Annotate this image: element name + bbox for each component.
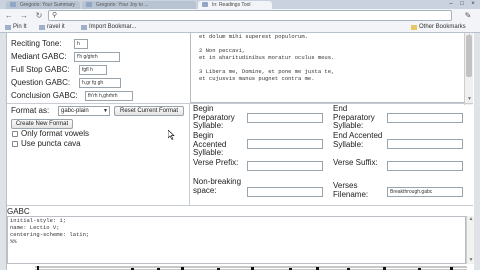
gabc-line: name: Lectio V; bbox=[10, 224, 60, 231]
address-bar[interactable]: ⚲ bbox=[48, 10, 452, 21]
text-line: et cujusvis manus pugnet contra me. bbox=[199, 75, 315, 82]
chant-staff-preview bbox=[35, 266, 467, 270]
only-format-vowels-label: Only format vowels bbox=[21, 129, 90, 138]
verses-filename-input[interactable]: Breakthrough.gabc bbox=[387, 187, 463, 197]
conclusion-gabc-input[interactable]: fh'rh h,ghrhrh bbox=[85, 91, 133, 101]
text-line: et dolum mihi superest populorum. bbox=[199, 33, 308, 40]
use-puncta-cava-label: Use puncta cava bbox=[21, 139, 81, 148]
format-as-label: Format as: bbox=[11, 106, 50, 115]
back-icon[interactable]: ← bbox=[4, 11, 14, 20]
tab-strip: Gregorio: Your Summary Gregorio: Your Jo… bbox=[0, 0, 480, 9]
bookmark-label: Import Bookmar... bbox=[89, 24, 137, 30]
gabc-scrollbar[interactable]: ▲ ▼ bbox=[466, 216, 474, 264]
tab-label: Gregorio: Your Summary bbox=[20, 2, 76, 8]
tab-label: Gregorio: Your Joy to ... bbox=[96, 2, 149, 8]
text-line: 3 Libera me, Domine, et pone me juxta te… bbox=[199, 68, 335, 75]
column-divider bbox=[189, 103, 190, 205]
divider bbox=[7, 103, 473, 104]
end-preparatory-input[interactable] bbox=[387, 113, 463, 123]
verses-filename-label: Verses Filename: bbox=[333, 181, 369, 199]
bookmark-label: Pin It bbox=[13, 24, 27, 30]
folder-icon bbox=[411, 25, 417, 30]
browser-toolbar: ← → ↻ ⚲ ✎ bbox=[0, 9, 480, 22]
gabc-heading: GABC bbox=[7, 207, 30, 216]
mediant-gabc-label: Mediant GABC: bbox=[11, 52, 67, 61]
favicon-icon bbox=[86, 2, 92, 7]
other-bookmarks-label: Other Bookmarks bbox=[419, 24, 466, 30]
begin-preparatory-input[interactable] bbox=[247, 113, 323, 123]
verses-text-area[interactable]: et dolum mihi superest populorum. 2 Non … bbox=[190, 33, 466, 103]
end-accented-input[interactable] bbox=[387, 139, 463, 149]
non-breaking-space-input[interactable] bbox=[247, 187, 323, 197]
gabc-output-textarea[interactable]: initial-style: 1; name: Lectio V; center… bbox=[7, 216, 466, 264]
full-stop-gabc-input[interactable]: fgfl h bbox=[79, 65, 107, 75]
wrench-icon[interactable]: ✎ bbox=[462, 10, 474, 21]
mouse-cursor-icon bbox=[168, 130, 175, 140]
scroll-down-icon[interactable]: ▼ bbox=[467, 257, 475, 263]
new-format-button[interactable]: Create New Format bbox=[11, 119, 73, 129]
divider bbox=[7, 205, 473, 206]
text-line: 2 Non peccavi, bbox=[199, 47, 246, 54]
verse-prefix-label: Verse Prefix: bbox=[193, 158, 239, 167]
bookmark-import[interactable]: Import Bookmar... bbox=[80, 23, 136, 32]
format-select[interactable]: gabc-plain ▼ bbox=[58, 106, 110, 116]
mediant-gabc-input[interactable]: f'h g/ghrh bbox=[74, 52, 120, 62]
reciting-tone-label: Reciting Tone: bbox=[11, 39, 62, 48]
verse-suffix-label: Verse Suffix: bbox=[333, 158, 378, 167]
end-preparatory-label: End Preparatory Syllable: bbox=[333, 104, 375, 130]
reciting-tone-input[interactable]: h bbox=[74, 39, 88, 49]
search-icon: ⚲ bbox=[52, 12, 58, 19]
bookmark-ravel-it[interactable]: ravel it bbox=[38, 23, 65, 32]
reset-format-button[interactable]: Reset Current Format bbox=[114, 106, 184, 116]
bookmark-icon bbox=[81, 25, 87, 30]
format-select-value: gabc-plain bbox=[61, 108, 89, 114]
favicon-icon bbox=[202, 2, 208, 7]
conclusion-gabc-label: Conclusion GABC: bbox=[11, 91, 78, 100]
bookmark-label: ravel it bbox=[47, 24, 65, 30]
bookmark-icon bbox=[5, 25, 11, 30]
begin-preparatory-label: Begin Preparatory Syllable: bbox=[193, 104, 235, 130]
use-puncta-cava-checkbox[interactable] bbox=[12, 141, 18, 147]
text-line bbox=[199, 40, 465, 47]
gabc-line: initial-style: 1; bbox=[10, 217, 67, 224]
begin-accented-label: Begin Accented Syllable: bbox=[193, 131, 227, 157]
browser-tab-2[interactable]: Gregorio: Your Joy to ... bbox=[82, 1, 196, 9]
end-accented-label: End Accented Syllable: bbox=[333, 131, 383, 149]
reload-icon[interactable]: ↻ bbox=[34, 11, 44, 20]
non-breaking-space-label: Non-breaking space: bbox=[193, 177, 242, 195]
tab-label: In: Readings Tool bbox=[212, 2, 251, 8]
bookmark-icon bbox=[39, 25, 45, 30]
text-line: et in aharitudinibus moratur oculus meus… bbox=[199, 54, 335, 61]
verse-prefix-input[interactable] bbox=[247, 161, 323, 171]
question-gabc-input[interactable]: h,gr fg gh bbox=[79, 78, 121, 88]
forward-icon[interactable]: → bbox=[19, 11, 29, 20]
bookmarks-bar: Pin It ravel it Import Bookmar... Other … bbox=[0, 22, 480, 33]
maximize-button[interactable]: □ bbox=[457, 1, 467, 8]
other-bookmarks[interactable]: Other Bookmarks bbox=[410, 23, 466, 32]
gabc-line: %% bbox=[10, 238, 17, 245]
scroll-down-icon[interactable]: ▼ bbox=[466, 96, 473, 102]
close-button[interactable]: × bbox=[468, 1, 478, 8]
scroll-up-icon[interactable]: ▲ bbox=[467, 216, 475, 222]
text-scrollbar[interactable]: ▲ ▼ bbox=[464, 33, 473, 105]
favicon-icon bbox=[10, 2, 16, 7]
scroll-thumb[interactable] bbox=[466, 35, 472, 77]
only-format-vowels-checkbox[interactable] bbox=[12, 131, 18, 137]
gabc-line: centering-scheme: latin; bbox=[10, 231, 90, 238]
page-content: Reciting Tone: h Mediant GABC: f'h g/ghr… bbox=[6, 33, 474, 270]
bookmark-pin-it[interactable]: Pin It bbox=[4, 23, 27, 32]
browser-tab-active[interactable]: In: Readings Tool bbox=[198, 1, 272, 9]
question-gabc-label: Question GABC: bbox=[11, 78, 71, 87]
browser-tab-1[interactable]: Gregorio: Your Summary bbox=[6, 1, 80, 9]
text-line bbox=[199, 61, 465, 68]
full-stop-gabc-label: Full Stop GABC: bbox=[11, 65, 70, 74]
begin-accented-input[interactable] bbox=[247, 139, 323, 149]
chevron-down-icon: ▼ bbox=[103, 108, 108, 114]
minimize-button[interactable]: – bbox=[446, 1, 456, 8]
verse-suffix-input[interactable] bbox=[387, 161, 463, 171]
